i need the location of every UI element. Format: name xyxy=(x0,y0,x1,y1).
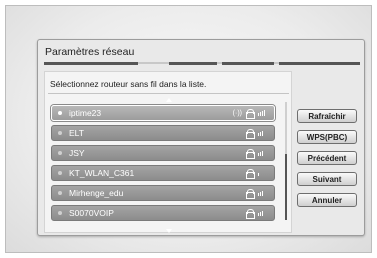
signal-strength-icon xyxy=(258,130,266,136)
bullet-icon xyxy=(58,131,62,135)
bullet-icon xyxy=(58,171,62,175)
network-row[interactable]: Mirhenge_edu xyxy=(51,185,275,201)
scrollbar-thumb[interactable] xyxy=(285,154,287,220)
network-row[interactable]: KT_WLAN_C361 xyxy=(51,165,275,181)
step-indicator-3 xyxy=(222,62,274,65)
next-button[interactable]: Suivant xyxy=(297,172,357,186)
network-row[interactable]: S0070VOIP xyxy=(51,205,275,221)
refresh-button[interactable]: Rafraîchir xyxy=(297,109,357,123)
bullet-icon xyxy=(58,191,62,195)
signal-strength-icon xyxy=(258,170,266,176)
signal-strength-icon xyxy=(258,190,266,196)
network-name: JSY xyxy=(69,148,85,158)
instruction-text: Sélectionnez routeur sans fil dans la li… xyxy=(50,79,207,89)
signal-strength-icon xyxy=(258,150,266,156)
network-name: iptime23 xyxy=(69,108,102,118)
previous-button[interactable]: Précédent xyxy=(297,151,357,165)
bullet-icon xyxy=(58,111,62,115)
network-name: KT_WLAN_C361 xyxy=(69,168,135,178)
scroll-up-arrow-icon[interactable] xyxy=(166,98,172,102)
cancel-button[interactable]: Annuler xyxy=(297,193,357,207)
network-name: S0070VOIP xyxy=(69,208,114,218)
dialog-title: Paramètres réseau xyxy=(45,46,135,58)
list-divider xyxy=(48,93,289,94)
step-indicator-1 xyxy=(44,62,138,65)
network-list-panel: Sélectionnez routeur sans fil dans la li… xyxy=(44,71,292,233)
network-row[interactable]: ELT xyxy=(51,125,275,141)
tv-screen: Paramètres réseau Sélectionnez routeur s… xyxy=(5,5,372,253)
lock-icon xyxy=(246,129,255,139)
bullet-icon xyxy=(58,151,62,155)
signal-strength-icon xyxy=(258,110,266,116)
step-indicator-2 xyxy=(169,62,217,65)
network-name: ELT xyxy=(69,128,84,138)
bullet-icon xyxy=(58,211,62,215)
wps-pbc-button[interactable]: WPS(PBC) xyxy=(297,130,357,144)
network-settings-dialog: Paramètres réseau Sélectionnez routeur s… xyxy=(37,39,365,236)
network-name: Mirhenge_edu xyxy=(69,188,124,198)
lock-icon xyxy=(246,189,255,199)
network-row[interactable]: JSY xyxy=(51,145,275,161)
lock-icon xyxy=(246,209,255,219)
wps-icon: (·)) xyxy=(232,109,242,117)
lock-icon xyxy=(246,169,255,179)
signal-strength-icon xyxy=(258,210,266,216)
network-row[interactable]: iptime23 (·)) xyxy=(51,105,275,121)
lock-icon xyxy=(246,149,255,159)
lock-icon xyxy=(246,109,255,119)
scroll-down-arrow-icon[interactable] xyxy=(166,229,172,233)
step-indicator-4 xyxy=(279,62,360,65)
